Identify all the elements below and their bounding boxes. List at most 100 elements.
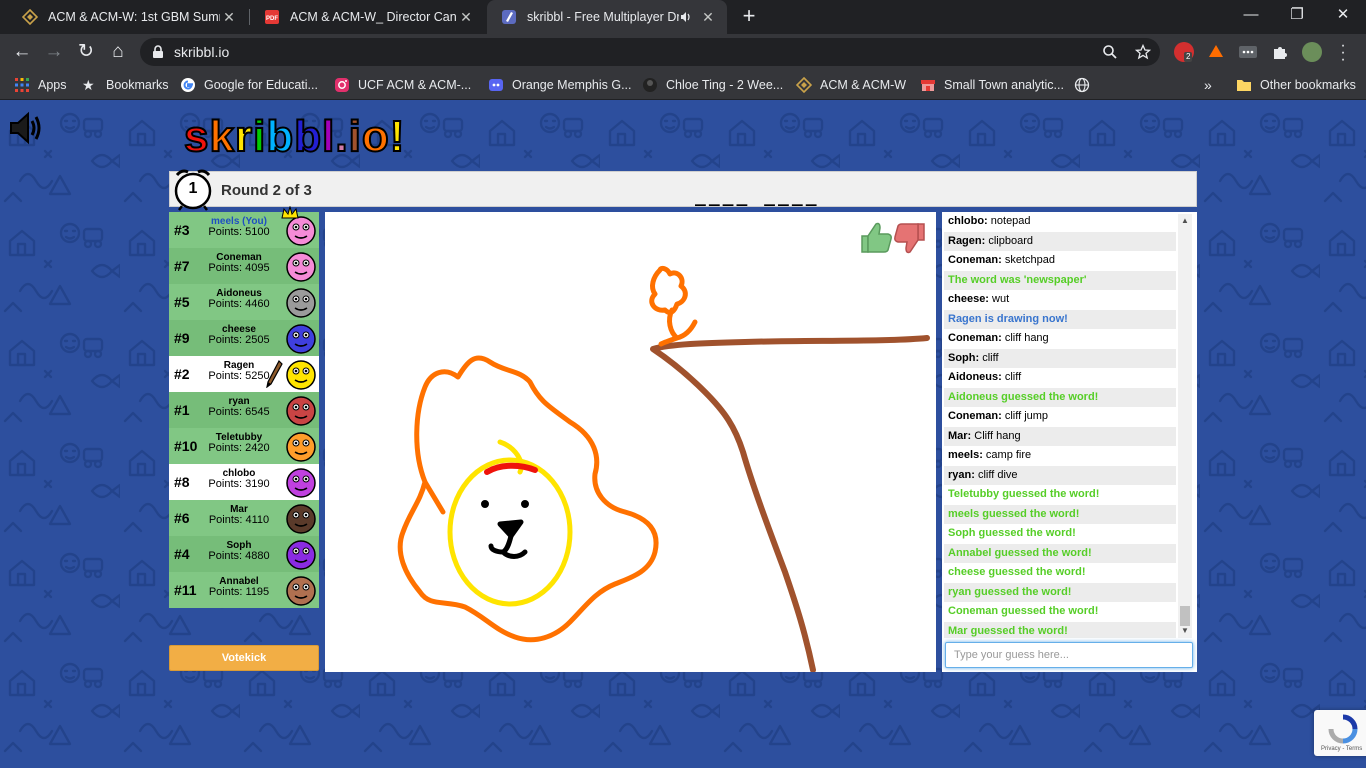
round-label: Round 2 of 3: [221, 182, 312, 199]
scroll-down-arrow-icon[interactable]: ▼: [1178, 624, 1192, 638]
chat-system-message: meels guessed the word!: [944, 504, 1176, 524]
chat-author: Coneman:: [948, 254, 1002, 266]
tab-skribbl[interactable]: skribbl - Free Multiplayer Dra ✕: [487, 0, 727, 34]
chat-message: Aidoneus: cliff: [944, 368, 1176, 388]
extension-dots-icon[interactable]: [1238, 42, 1258, 62]
player-row[interactable]: #3 meels (You) Points: 5100: [169, 206, 319, 248]
bookmark-label: ACM & ACM-W: [820, 78, 907, 92]
player-row[interactable]: #1 ryan Points: 6545: [169, 392, 319, 428]
player-rank: #2: [174, 366, 190, 382]
thumbs-up-icon[interactable]: [861, 222, 892, 253]
thumbs-down-icon[interactable]: [894, 223, 925, 254]
recaptcha-badge[interactable]: Privacy - Terms: [1314, 710, 1366, 756]
chat-author: Coneman:: [948, 410, 1002, 422]
drawing-canvas[interactable]: [325, 212, 936, 673]
bookmark-orange-memphis[interactable]: Orange Memphis G...: [488, 70, 632, 100]
chat-text: wut: [988, 293, 1010, 305]
pdf-icon: PDF: [265, 10, 279, 24]
logo-letter: i: [252, 112, 267, 161]
profile-avatar[interactable]: [1302, 42, 1322, 62]
skribbl-logo: skribbl.io!: [183, 112, 406, 161]
player-row[interactable]: #8 chlobo Points: 3190: [169, 464, 319, 500]
store-icon: [921, 80, 935, 91]
restore-button[interactable]: ❐: [1274, 0, 1320, 30]
chat-scrollbar[interactable]: ▲ ▼: [1178, 214, 1192, 638]
logo-letter: !: [389, 112, 406, 161]
bookmarks-overflow-button[interactable]: »: [1204, 70, 1212, 100]
player-row[interactable]: #9 cheese Points: 2505: [169, 320, 319, 356]
player-row[interactable]: #7 Coneman Points: 4095: [169, 248, 319, 284]
bookmark-acm-acmw[interactable]: ACM & ACM-W: [796, 70, 906, 100]
player-avatar-icon: [286, 540, 316, 570]
player-rank: #7: [174, 258, 190, 274]
lock-icon[interactable]: [152, 45, 164, 59]
bookmark-bookmarks[interactable]: ★ Bookmarks: [82, 70, 169, 100]
chat-message: Coneman: cliff hang: [944, 329, 1176, 349]
player-row[interactable]: #2 Ragen Points: 5250: [169, 356, 319, 392]
extension-orange-icon[interactable]: [1206, 42, 1226, 62]
chat-message: Coneman: cliff jump: [944, 407, 1176, 427]
player-rank: #10: [174, 438, 198, 454]
extension-badge: 2: [1184, 52, 1193, 62]
bookmark-ucf-acm[interactable]: UCF ACM & ACM-...: [334, 70, 471, 100]
player-row[interactable]: #10 Teletubby Points: 2420: [169, 428, 319, 464]
discord-icon: [489, 79, 503, 91]
zoom-icon[interactable]: [1102, 44, 1118, 60]
chat-message: meels: camp fire: [944, 446, 1176, 466]
player-row[interactable]: #4 Soph Points: 4880: [169, 536, 319, 572]
tab-acm-gbm[interactable]: ACM & ACM-W: 1st GBM Summ ✕: [8, 0, 248, 34]
reload-button[interactable]: ↻: [74, 40, 98, 64]
close-tab-icon[interactable]: ✕: [220, 9, 238, 26]
player-avatar-icon: [286, 252, 316, 282]
votekick-button[interactable]: Votekick: [169, 645, 319, 671]
extension-red-icon[interactable]: 2: [1174, 42, 1194, 62]
chat-author: Coneman:: [948, 332, 1002, 344]
player-info: cheese Points: 2505: [199, 324, 279, 346]
sound-toggle-icon[interactable]: [8, 111, 44, 145]
extensions-puzzle-icon[interactable]: [1270, 42, 1290, 62]
chat-message: Ragen: clipboard: [944, 231, 1176, 251]
close-tab-icon[interactable]: ✕: [457, 9, 475, 26]
acm-diamond-icon: [22, 9, 38, 25]
bookmark-chloe-ting[interactable]: Chloe Ting - 2 Wee...: [642, 70, 783, 100]
bookmark-small-town[interactable]: Small Town analytic...: [920, 70, 1064, 100]
bookmark-label: UCF ACM & ACM-...: [358, 78, 472, 92]
player-row[interactable]: #11 Annabel Points: 1195: [169, 572, 319, 608]
player-info: Annabel Points: 1195: [199, 576, 279, 598]
bookmark-other[interactable]: Other bookmarks: [1236, 70, 1356, 100]
minimize-button[interactable]: —: [1228, 0, 1274, 30]
chat-author: ryan:: [948, 468, 975, 481]
address-bar[interactable]: skribbl.io: [140, 38, 1160, 66]
chat-system-message: Teletubby guessed the word!: [948, 488, 1100, 500]
home-button[interactable]: ⌂: [106, 40, 130, 64]
player-rank: #11: [174, 582, 197, 598]
forward-button[interactable]: →: [42, 40, 66, 64]
bookmark-globe[interactable]: [1074, 70, 1098, 100]
chrome-menu-icon[interactable]: · · ·: [1338, 38, 1348, 68]
player-info: Teletubby Points: 2420: [199, 432, 279, 454]
player-score: Points: 1195: [208, 586, 270, 598]
scroll-up-arrow-icon[interactable]: ▲: [1178, 214, 1192, 228]
recaptcha-links[interactable]: Privacy - Terms: [1321, 746, 1362, 752]
bookmark-apps[interactable]: Apps: [14, 70, 67, 100]
new-tab-button[interactable]: +: [738, 5, 760, 27]
bookmark-label: Small Town analytic...: [944, 78, 1064, 92]
logo-letter: b: [293, 112, 323, 161]
player-info: Aidoneus Points: 4460: [199, 288, 279, 310]
audio-playing-icon[interactable]: [679, 10, 693, 24]
tab-title: skribbl - Free Multiplayer Dra: [527, 10, 679, 24]
bookmark-google-education[interactable]: Google for Educati...: [180, 70, 318, 100]
guess-input[interactable]: [945, 642, 1193, 668]
player-row[interactable]: #6 Mar Points: 4110: [169, 500, 319, 536]
scroll-thumb[interactable]: [1180, 606, 1190, 626]
chat-text: camp fire: [982, 449, 1032, 461]
close-window-button[interactable]: ✕: [1320, 0, 1366, 30]
player-row[interactable]: #5 Aidoneus Points: 4460: [169, 284, 319, 320]
back-button[interactable]: ←: [10, 40, 34, 64]
tab-director-candidates[interactable]: PDF ACM & ACM-W_ Director Candid ✕: [250, 0, 485, 34]
player-rank: #6: [174, 510, 190, 526]
close-tab-icon[interactable]: ✕: [699, 9, 717, 26]
bookmark-star-icon[interactable]: [1135, 44, 1151, 60]
chat-system-message: Ragen is drawing now!: [944, 309, 1176, 329]
video-thumbnail-icon: [643, 78, 657, 92]
